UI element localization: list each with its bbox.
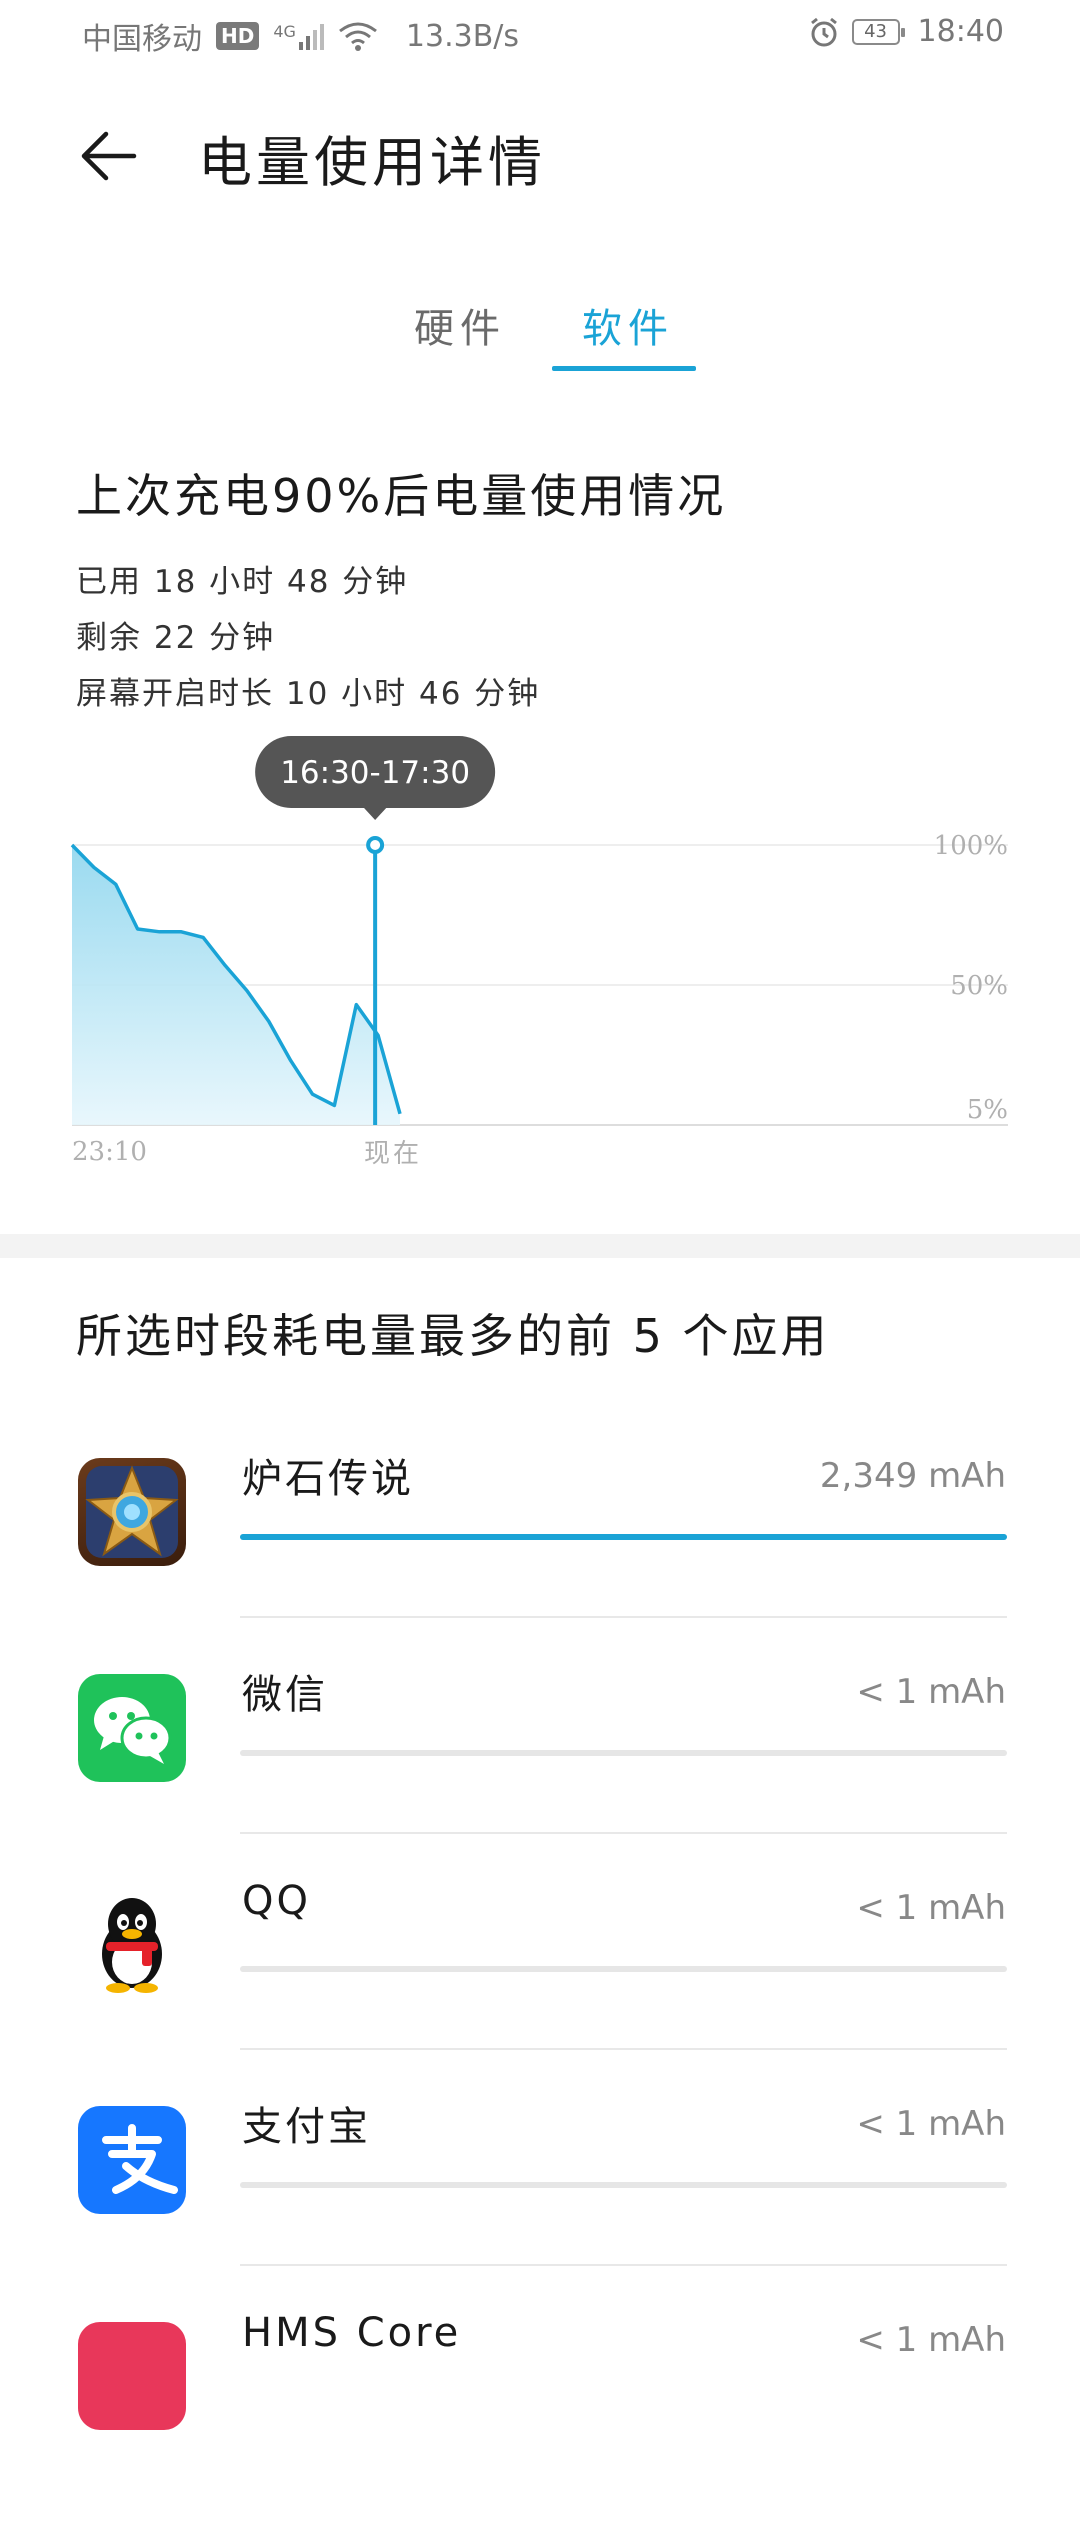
wechat-icon [78, 1674, 186, 1782]
used-duration: 已用 18 小时 48 分钟 [76, 564, 409, 600]
y-tick-50: 50% [950, 971, 1008, 1001]
app-row-hms-core[interactable]: HMS Core < 1 mAh [0, 2310, 1080, 2538]
usage-bar [240, 1966, 1007, 1972]
wifi-icon [339, 22, 377, 51]
app-row-wechat[interactable]: 微信 < 1 mAh [0, 1672, 1080, 1890]
tooltip-arrow [363, 807, 388, 820]
y-tick-100: 100% [934, 831, 1008, 861]
alarm-icon [810, 17, 837, 46]
app-name: 炉石传说 [242, 1456, 414, 1502]
clock: 18:40 [917, 14, 1004, 49]
tab-indicator [552, 366, 696, 371]
network-type: 4G [273, 22, 296, 41]
app-row-qq[interactable]: QQ < 1 mAh [0, 1878, 1080, 2106]
app-usage: < 1 mAh [856, 2320, 1006, 2360]
remaining-duration: 剩余 22 分钟 [76, 620, 276, 656]
usage-bar [240, 1750, 1007, 1756]
tooltip: 16:30-17:30 [255, 736, 496, 820]
tab-hardware[interactable]: 硬件 [414, 296, 506, 354]
app-name: HMS Core [242, 2310, 462, 2356]
hd-badge: HD [216, 22, 260, 50]
y-tick-5: 5% [967, 1095, 1008, 1125]
tab-software[interactable]: 软件 [582, 296, 674, 354]
battery-chart[interactable]: 16:30-17:30 100% 50% 5% 23:10 现在 [0, 720, 1080, 1190]
back-arrow-icon[interactable] [78, 126, 138, 186]
hearthstone-icon [78, 1458, 186, 1566]
carrier-name: 中国移动 [82, 22, 202, 57]
app-name: QQ [242, 1878, 311, 1924]
app-name: 微信 [242, 1672, 328, 1718]
network-speed: 13.3B/s [405, 18, 520, 54]
section-divider [0, 1234, 1080, 1258]
row-separator [240, 1832, 1007, 1834]
app-row-hearthstone[interactable]: 炉石传说 2,349 mAh [0, 1456, 1080, 1674]
app-usage: < 1 mAh [856, 2104, 1006, 2144]
usage-bar [240, 1534, 1007, 1540]
page-title: 电量使用详情 [198, 131, 546, 194]
x-tick-now: 现在 [364, 1139, 422, 1169]
summary-title: 上次充电90%后电量使用情况 [76, 469, 727, 523]
hms-core-icon [78, 2322, 186, 2430]
app-usage: 2,349 mAh [819, 1456, 1006, 1496]
signal-icon: 4G [273, 22, 324, 50]
tooltip-text: 16:30-17:30 [280, 755, 470, 791]
app-usage: < 1 mAh [856, 1888, 1006, 1928]
selection-dot[interactable] [366, 836, 385, 854]
app-name: 支付宝 [242, 2104, 371, 2150]
battery-level: 43 [864, 20, 887, 42]
usage-bar [240, 2182, 1007, 2188]
battery-icon: 43 [851, 18, 905, 45]
qq-penguin-icon [78, 1890, 186, 1998]
row-separator [240, 2048, 1007, 2050]
app-row-alipay[interactable]: 支付宝 < 1 mAh [0, 2104, 1080, 2322]
row-separator [240, 1616, 1007, 1618]
row-separator [240, 2264, 1007, 2266]
screen-on-duration: 屏幕开启时长 10 小时 46 分钟 [76, 676, 541, 712]
alipay-icon [78, 2106, 186, 2214]
app-usage: < 1 mAh [856, 1672, 1006, 1712]
x-tick-start: 23:10 [72, 1137, 147, 1167]
status-bar: 中国移动 HD 4G 13.3B/s 43 18:40 [0, 0, 1080, 66]
usage-bar-fill [240, 1534, 1007, 1540]
top-apps-title: 所选时段耗电量最多的前 5 个应用 [76, 1309, 830, 1363]
